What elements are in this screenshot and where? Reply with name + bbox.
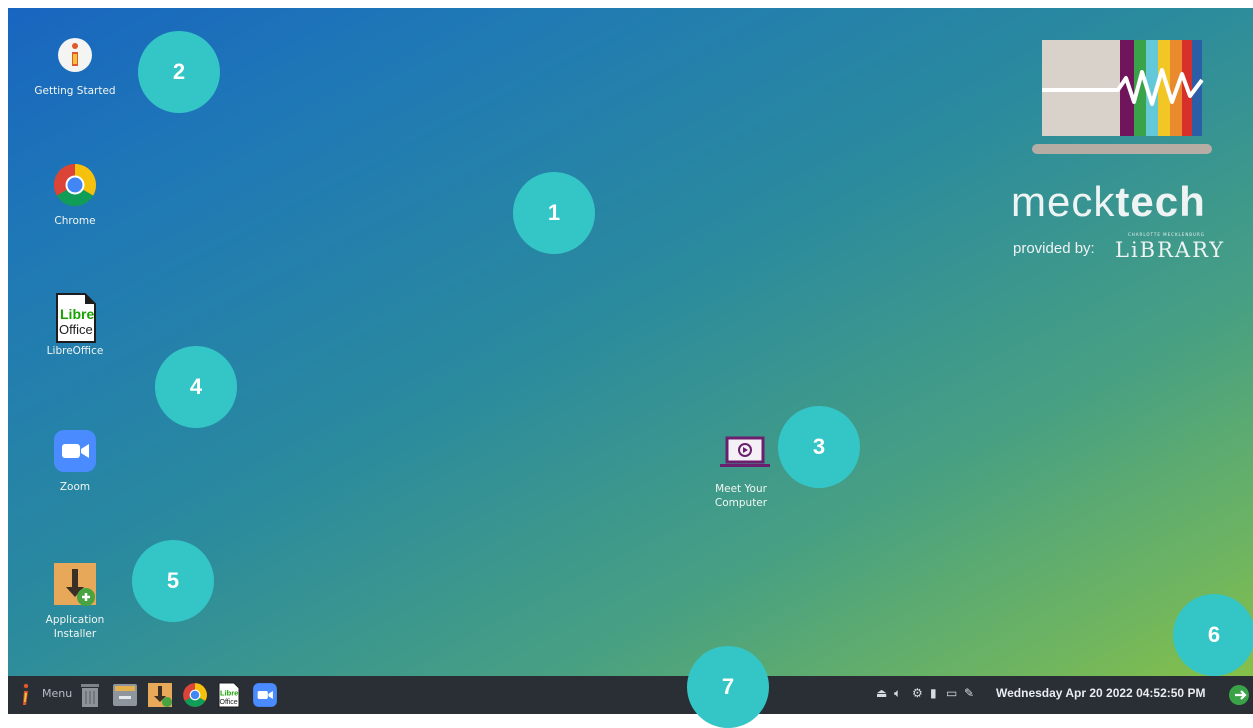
svg-text:Office: Office (220, 699, 238, 706)
libreoffice-icon: Libre Office (52, 292, 98, 343)
callout-1: 1 (513, 172, 595, 254)
desktop[interactable]: Getting Started Chrome Libre Office Libr… (8, 8, 1253, 714)
file-manager-icon[interactable] (112, 682, 138, 708)
callout-4: 4 (155, 346, 237, 428)
eject-icon[interactable]: ⏏ (876, 686, 887, 700)
desktop-icon-label: Chrome (54, 215, 96, 227)
clock[interactable]: Wednesday Apr 20 2022 04:52:50 PM (996, 686, 1205, 700)
svg-text:Libre: Libre (220, 689, 238, 698)
app-installer-icon[interactable] (147, 682, 173, 708)
desktop-icon-zoom[interactable]: Zoom (20, 428, 130, 494)
brand-wordmark: mecktech (1011, 178, 1206, 225)
app-installer-icon (52, 561, 98, 607)
callout-5: 5 (132, 540, 214, 622)
callout-7: 7 (687, 646, 769, 728)
clip-icon[interactable]: ✎ (964, 686, 974, 700)
taskbar: Menu Libre Office ⏏ 🔈︎ ⚙ ▮ ▭ ✎ Wednesday… (8, 676, 1253, 714)
desktop-icon-label: Application Installer (45, 614, 105, 640)
zoom-icon[interactable] (252, 682, 278, 708)
desktop-icon-label: Meet Your Computer (714, 483, 768, 509)
menu-label[interactable]: Menu (42, 687, 72, 700)
chrome-icon[interactable] (182, 682, 208, 708)
callout-2: 2 (138, 31, 220, 113)
callout-6: 6 (1173, 594, 1253, 676)
library-subtitle: CHARLOTTE MECKLENBURG (1128, 232, 1205, 237)
chrome-icon (52, 162, 98, 208)
battery-icon[interactable]: ▮ (930, 686, 937, 700)
desktop-icon-label: Zoom (59, 481, 91, 493)
library-logo-text: LiBRARY (1115, 238, 1226, 262)
desktop-icon-libreoffice[interactable]: Libre Office LibreOffice (20, 292, 130, 358)
desktop-icon-label: LibreOffice (46, 345, 104, 357)
desktop-icon-application-installer[interactable]: Application Installer (20, 561, 130, 641)
menu-icon[interactable] (18, 682, 32, 708)
logout-icon[interactable] (1228, 684, 1250, 706)
display-icon[interactable]: ▭ (946, 686, 957, 700)
desktop-icon-label: Getting Started (34, 85, 116, 97)
info-icon (52, 32, 98, 78)
svg-text:Office: Office (59, 322, 93, 337)
laptop-play-icon (718, 434, 770, 480)
mecktech-logo (1032, 40, 1212, 154)
trash-icon[interactable] (78, 682, 102, 708)
network-icon[interactable]: ⚙ (912, 686, 923, 700)
volume-icon[interactable]: 🔈︎ (894, 686, 901, 701)
provided-by-label: provided by: (1013, 240, 1095, 257)
desktop-icon-chrome[interactable]: Chrome (20, 162, 130, 228)
svg-text:Libre: Libre (60, 306, 94, 322)
zoom-icon (52, 428, 98, 474)
callout-3: 3 (778, 406, 860, 488)
desktop-icon-getting-started[interactable]: Getting Started (20, 32, 130, 98)
libreoffice-icon[interactable]: Libre Office (217, 682, 241, 708)
